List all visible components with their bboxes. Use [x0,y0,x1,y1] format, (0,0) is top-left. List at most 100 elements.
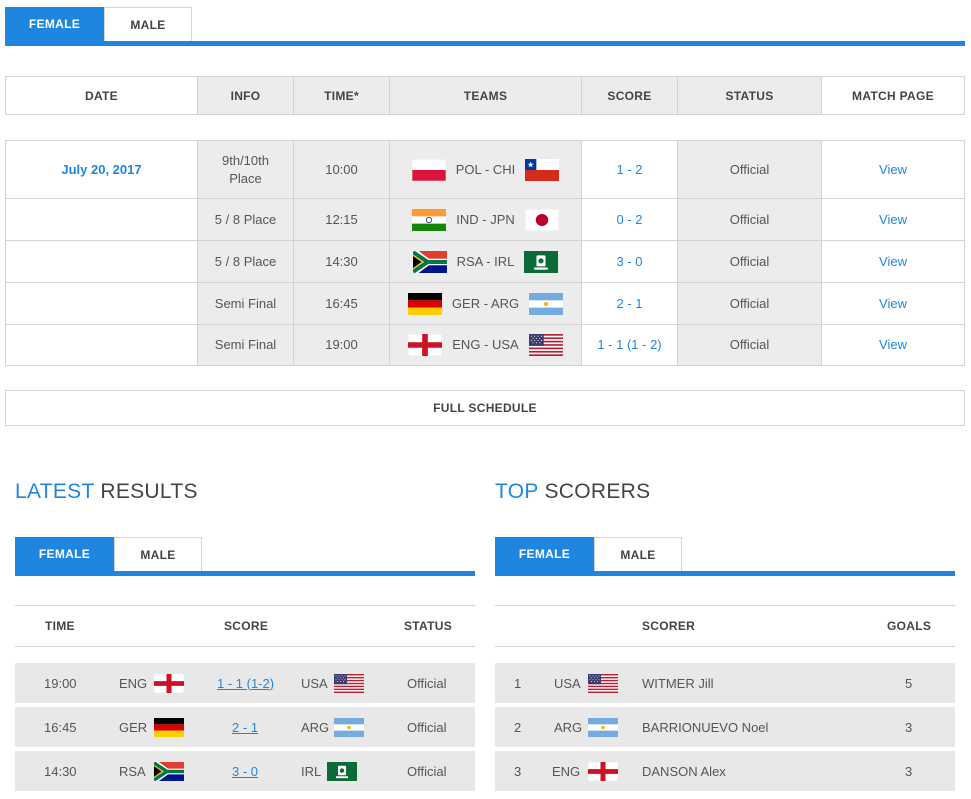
chile-flag-icon [525,158,560,181]
result-time: 14:30 [44,763,77,779]
match-page-link[interactable]: View [821,241,964,282]
schedule-table: July 20, 2017 9th/10th Place 10:00 POL -… [5,140,965,366]
match-teams: POL - CHI [389,141,581,198]
scorer-rank: 1 [514,675,522,691]
match-time: 14:30 [293,241,389,282]
scorer-goals: 3 [905,763,913,779]
schedule-header: DATE INFO TIME* TEAMS SCORE STATUS MATCH… [5,76,965,115]
result-score-link[interactable]: 2 - 1 [232,720,258,735]
header-match-page: MATCH PAGE [821,77,964,114]
table-row: Semi Final 16:45 GER - ARG 2 - 1 Officia… [6,282,964,324]
table-row: July 20, 2017 9th/10th Place 10:00 POL -… [6,141,964,198]
south-africa-flag-icon [154,762,184,781]
tab-female[interactable]: FEMALE [495,537,594,571]
result-score-link[interactable]: 1 - 1 (1-2) [217,676,274,691]
england-flag-icon [408,334,443,356]
match-date [6,283,197,324]
england-flag-icon [154,674,184,693]
teams-label: RSA - IRL [456,253,515,269]
match-score-link[interactable]: 2 - 1 [581,283,677,324]
top-scorers-header: SCORER GOALS [495,605,955,647]
table-row: 16:45 GER 2 - 1 ARG Official [15,707,475,747]
match-status: Official [677,325,821,365]
ireland-flag-icon [327,762,357,781]
header-date: DATE [85,88,118,103]
header-time: TIME* [293,77,389,114]
table-row: 3 ENG DANSON Alex 3 [495,751,955,791]
latest-results-header: TIME SCORE STATUS [15,605,475,647]
match-teams: IND - JPN [389,199,581,240]
match-page-link[interactable]: View [821,325,964,365]
table-row: Semi Final 19:00 ENG - USA 1 - 1 (1 - 2)… [6,324,964,365]
match-info: 9th/10th Place [197,141,293,198]
germany-flag-icon [407,292,442,315]
result-home-team: RSA [119,763,146,779]
match-score-link[interactable]: 3 - 0 [581,241,677,282]
scorer-team: USA [554,675,581,691]
match-time: 16:45 [293,283,389,324]
south-africa-flag-icon [412,250,447,273]
header-status: STATUS [404,619,453,633]
usa-flag-icon [528,334,563,356]
title-rest: SCORERS [538,480,651,503]
ireland-flag-icon [524,250,559,273]
match-info: 5 / 8 Place [197,199,293,240]
header-info: INFO [197,77,293,114]
match-page-link[interactable]: View [821,141,964,198]
table-row: 19:00 ENG 1 - 1 (1-2) USA Official [15,663,475,703]
tab-male[interactable]: MALE [104,7,192,41]
germany-flag-icon [154,718,184,737]
title-highlight: LATEST [15,480,95,503]
teams-label: POL - CHI [455,161,516,177]
teams-label: ENG - USA [452,337,519,352]
table-row: 2 ARG BARRIONUEVO Noel 3 [495,707,955,747]
header-goals: GOALS [887,619,932,633]
result-score-link[interactable]: 3 - 0 [232,764,258,779]
argentina-flag-icon [588,718,618,737]
result-status: Official [407,675,447,691]
scorer-team: ENG [552,763,581,779]
tab-male[interactable]: MALE [114,537,202,571]
match-teams: RSA - IRL [389,241,581,282]
result-away-team: ARG [301,719,330,735]
argentina-flag-icon [529,292,564,315]
scorer-goals: 5 [905,675,913,691]
tab-female[interactable]: FEMALE [5,7,104,41]
match-info: Semi Final [197,325,293,365]
tab-male[interactable]: MALE [594,537,682,571]
usa-flag-icon [588,674,618,693]
match-page-link[interactable]: View [821,199,964,240]
header-score: SCORE [581,77,677,114]
title-rest: RESULTS [94,480,198,503]
table-row: 1 USA WITMER Jill 5 [495,663,955,703]
match-date [6,241,197,282]
tab-female[interactable]: FEMALE [15,537,114,571]
teams-label: IND - JPN [456,211,515,227]
match-status: Official [677,141,821,198]
result-time: 16:45 [44,719,77,735]
match-page-link[interactable]: View [821,283,964,324]
match-score-link[interactable]: 1 - 2 [581,141,677,198]
result-status: Official [407,719,447,735]
match-status: Official [677,283,821,324]
scorer-rank: 3 [514,763,522,779]
match-score-link[interactable]: 0 - 2 [581,199,677,240]
match-teams: GER - ARG [389,283,581,324]
full-schedule-button[interactable]: FULL SCHEDULE [5,390,965,426]
match-time: 12:15 [293,199,389,240]
scorer-name: WITMER Jill [642,675,714,691]
poland-flag-icon [411,158,446,181]
result-home-team: GER [119,719,148,735]
result-home-team: ENG [119,675,148,691]
latest-results-title: LATEST RESULTS [15,480,198,504]
top-gender-tabs: FEMALE MALE [5,7,965,46]
argentina-flag-icon [334,718,364,737]
japan-flag-icon [524,208,559,231]
header-scorer: SCORER [642,619,696,633]
match-score-link[interactable]: 1 - 1 (1 - 2) [581,325,677,365]
latest-results-tabs: FEMALE MALE [15,537,475,576]
match-teams: ENG - USA [389,325,581,365]
result-time: 19:00 [44,675,77,691]
match-time: 19:00 [293,325,389,365]
result-away-team: IRL [301,763,322,779]
